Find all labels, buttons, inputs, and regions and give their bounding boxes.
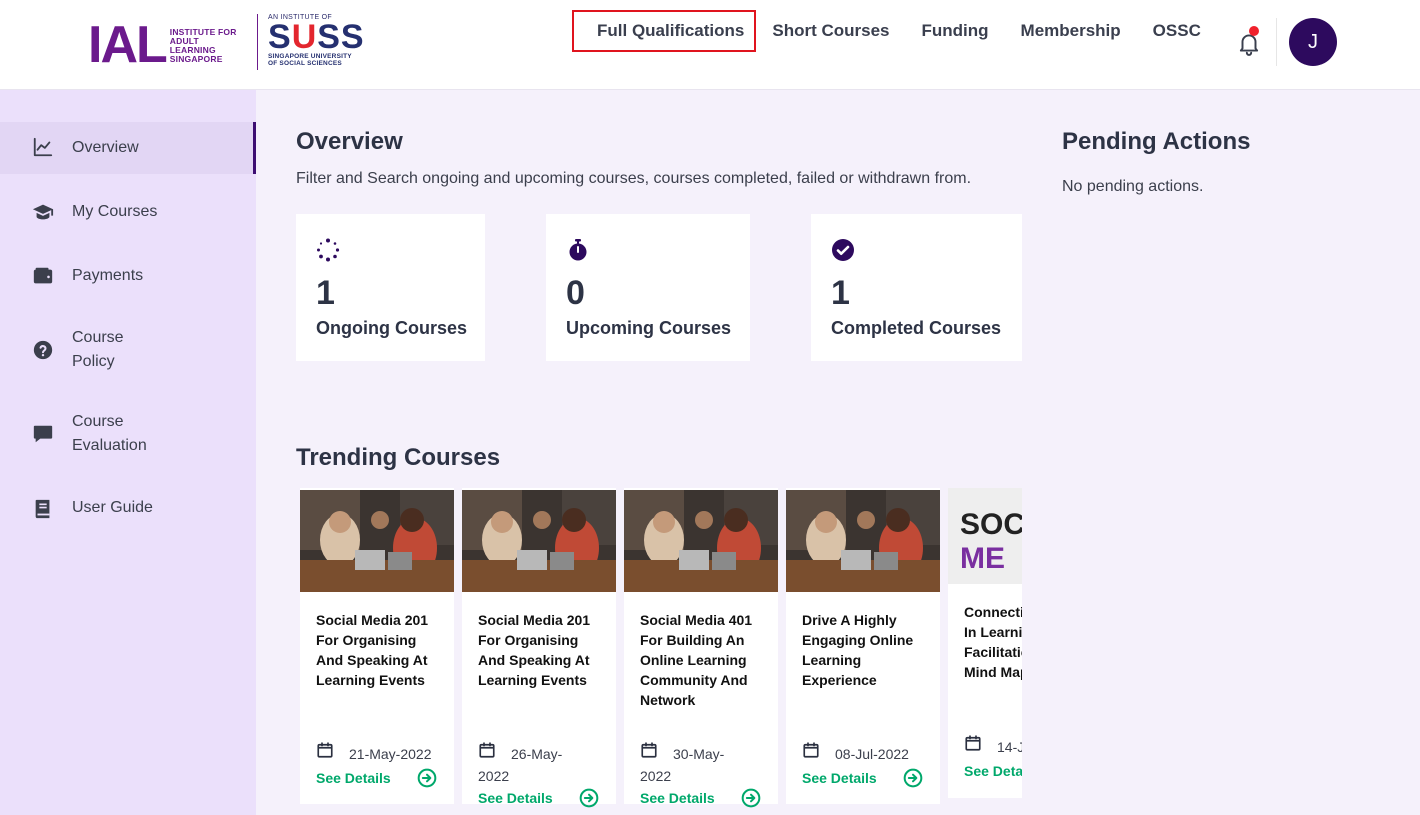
overview-title: Overview xyxy=(296,128,403,155)
stat-ongoing-courses[interactable]: 1 Ongoing Courses xyxy=(296,214,485,361)
user-avatar[interactable]: J xyxy=(1289,18,1337,66)
logo-divider xyxy=(257,14,258,70)
nav-ossc[interactable]: OSSC xyxy=(1137,10,1217,52)
book-icon xyxy=(35,499,50,519)
svg-text:SOC: SOC xyxy=(960,508,1022,541)
see-details-link[interactable]: See Details xyxy=(640,790,715,806)
stat-label: Ongoing Courses xyxy=(316,318,468,338)
nav-full-qualifications[interactable]: Full Qualifications xyxy=(572,10,757,52)
course-title: Connecting Dots In Learning & Facilitati… xyxy=(964,604,1022,680)
course-image xyxy=(300,490,454,592)
course-date: 08-Jul-2022 xyxy=(835,746,909,762)
trending-courses-carousel: Social Media 201 For Organising And Spea… xyxy=(296,488,1022,815)
stat-value: 0 xyxy=(566,274,585,312)
arrow-circle-right-icon[interactable] xyxy=(579,788,599,808)
sidebar-item-label: Course Policy xyxy=(72,329,124,370)
see-details-link[interactable]: See Details xyxy=(316,770,391,786)
course-card[interactable]: Social Media 201 For Organising And Spea… xyxy=(300,488,454,804)
sidebar-item-overview[interactable]: Overview xyxy=(0,122,256,174)
question-circle-icon xyxy=(33,340,53,360)
see-details-link[interactable]: See Details xyxy=(964,763,1022,779)
trending-courses-title: Trending Courses xyxy=(296,444,501,471)
sidebar-item-label: Overview xyxy=(72,139,139,156)
course-card[interactable]: Social Media 201 For Organising And Spea… xyxy=(462,488,616,808)
suss-logo[interactable]: AN INSTITUTE OF SUSS SINGAPORE UNIVERSIT… xyxy=(268,14,365,67)
sidebar-item-course-policy[interactable]: Course Policy xyxy=(0,316,256,382)
course-card[interactable]: Drive A Highly Engaging Online Learning … xyxy=(786,488,940,804)
suss-logo-subtitle: SINGAPORE UNIVERSITY OF SOCIAL SCIENCES xyxy=(268,53,352,67)
see-details-link[interactable]: See Details xyxy=(478,790,553,806)
suss-logo-word: SUSS xyxy=(268,18,365,56)
nav-funding[interactable]: Funding xyxy=(906,10,1005,52)
arrow-circle-right-icon[interactable] xyxy=(903,768,923,788)
course-image xyxy=(462,490,616,592)
spinner-icon xyxy=(317,238,340,262)
course-title: Social Media 401 For Building An Online … xyxy=(640,612,753,708)
sidebar: Overview My Courses Payments Course Poli… xyxy=(0,90,256,815)
ial-logo-letters: IAL xyxy=(88,16,168,74)
check-circle-icon xyxy=(832,239,854,261)
course-date: 14-J xyxy=(997,739,1022,755)
course-title: Drive A Highly Engaging Online Learning … xyxy=(802,612,914,688)
stat-label: Upcoming Courses xyxy=(566,318,732,338)
top-header: IAL INSTITUTE FOR ADULT LEARNING SINGAPO… xyxy=(0,0,1420,90)
course-date: 26-May-2022 xyxy=(478,746,563,784)
sidebar-item-label: Payments xyxy=(72,267,144,284)
nav-short-courses[interactable]: Short Courses xyxy=(756,10,905,52)
stat-upcoming-courses[interactable]: 0 Upcoming Courses xyxy=(546,214,750,361)
header-divider xyxy=(1276,18,1277,66)
ial-logo-text: INSTITUTE FOR ADULT LEARNING SINGAPORE xyxy=(169,27,237,64)
arrow-circle-right-icon[interactable] xyxy=(741,788,761,808)
see-details-link[interactable]: See Details xyxy=(802,770,877,786)
pending-actions-title: Pending Actions xyxy=(1062,128,1251,155)
sidebar-item-payments[interactable]: Payments xyxy=(0,252,256,302)
graduation-cap-icon xyxy=(32,204,54,220)
nav-membership[interactable]: Membership xyxy=(1005,10,1137,52)
stat-completed-courses[interactable]: 1 Completed Courses xyxy=(811,214,1022,361)
svg-text:ME: ME xyxy=(960,542,1005,575)
stopwatch-icon xyxy=(569,239,587,261)
sidebar-item-user-guide[interactable]: User Guide xyxy=(0,494,256,534)
course-card[interactable]: SOC ME Connecting Dots In Learning & Fac… xyxy=(948,488,1022,798)
chart-line-icon xyxy=(33,137,53,157)
ial-logo[interactable]: IAL INSTITUTE FOR ADULT LEARNING SINGAPO… xyxy=(88,16,246,74)
sidebar-item-label: User Guide xyxy=(72,499,153,516)
course-image: SOC ME xyxy=(948,488,1022,584)
sidebar-item-course-evaluation[interactable]: Course Evaluation xyxy=(0,400,256,466)
arrow-circle-right-icon[interactable] xyxy=(417,768,437,788)
comment-icon xyxy=(33,425,53,443)
course-date: 21-May-2022 xyxy=(349,746,432,762)
pending-actions-empty: No pending actions. xyxy=(1062,178,1204,195)
main-nav: Full Qualifications Short Courses Fundin… xyxy=(572,10,1217,52)
course-title: Social Media 201 For Organising And Spea… xyxy=(316,612,429,688)
sidebar-item-label: My Courses xyxy=(72,203,158,220)
stat-value: 1 xyxy=(831,274,850,312)
course-image xyxy=(786,490,940,592)
stat-value: 1 xyxy=(316,274,335,312)
overview-subtitle: Filter and Search ongoing and upcoming c… xyxy=(296,170,972,187)
notification-dot xyxy=(1249,26,1259,36)
course-card[interactable]: Social Media 401 For Building An Online … xyxy=(624,488,778,808)
sidebar-item-my-courses[interactable]: My Courses xyxy=(0,188,256,238)
course-image xyxy=(624,490,778,592)
stat-label: Completed Courses xyxy=(831,318,1002,338)
sidebar-item-label: Course Evaluation xyxy=(72,413,147,454)
course-title: Social Media 201 For Organising And Spea… xyxy=(478,612,591,688)
course-date: 30-May-2022 xyxy=(640,746,725,784)
wallet-icon xyxy=(33,267,53,284)
